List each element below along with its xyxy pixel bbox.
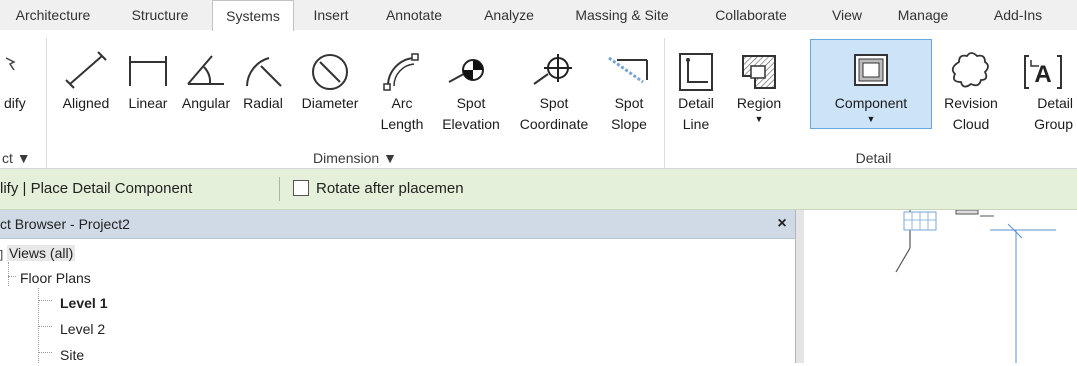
detail-line-label: Detail Line [678,95,714,132]
tab-view[interactable]: View [822,0,872,29]
diameter-label: Diameter [301,95,359,111]
arc-length-icon [383,53,419,91]
region-icon [742,55,776,89]
detail-group-icon: A [1023,55,1062,89]
arc-length-label: Arc Length [380,95,424,132]
aligned-dimension-icon [65,51,107,89]
modify-button[interactable]: dify [0,30,40,148]
modify-label: dify [4,95,26,111]
close-icon[interactable]: × [773,213,791,235]
tree-connector [8,276,16,277]
tree-connector [38,300,52,301]
tree-connector [8,262,9,286]
drawing-canvas[interactable] [804,209,1077,363]
spot-slope-label: Spot Slope [611,95,647,132]
tab-systems[interactable]: Systems [212,0,294,31]
tab-massing-site[interactable]: Massing & Site [560,0,684,29]
component-icon [854,54,888,86]
spot-elevation-button[interactable]: Spot Elevation [434,30,508,148]
tab-add-ins[interactable]: Add-Ins [978,0,1058,29]
revision-cloud-button[interactable]: Revision Cloud [936,30,1006,148]
options-bar: lify | Place Detail Component Rotate aft… [0,169,1077,210]
tab-analyze[interactable]: Analyze [470,0,548,29]
detail-line-button[interactable]: Detail Line [670,30,722,148]
panel-separator [664,38,665,168]
revision-cloud-icon [951,52,989,88]
linear-label: Linear [128,95,168,111]
rotate-after-placement-label[interactable]: Rotate after placemen [316,169,464,209]
detail-group-button[interactable]: A Detail Group [1008,30,1077,148]
project-browser-header: ct Browser - Project2 × [0,210,795,239]
tab-annotate[interactable]: Annotate [368,0,460,29]
spot-elevation-label: Spot Elevation [442,95,500,132]
tab-insert[interactable]: Insert [300,0,362,29]
angular-dimension-button[interactable]: Angular [176,30,236,148]
radial-label: Radial [243,95,283,111]
dropdown-arrow-icon: ▼ [866,114,876,124]
dimension-panel-label[interactable]: Dimension ▼ [52,148,658,168]
spot-coordinate-button[interactable]: Spot Coordinate [508,30,600,148]
spot-slope-button[interactable]: Spot Slope [600,30,658,148]
detail-line-icon [679,53,713,91]
views-node-icon: ] [0,249,4,261]
angular-dimension-icon [187,55,224,85]
component-label: Component ▼ [811,93,931,124]
detail-group-label: Detail Group [1034,95,1073,132]
panel-splitter[interactable] [796,210,804,363]
tree-item-site[interactable]: Site [60,345,84,365]
tab-architecture[interactable]: Architecture [0,0,108,29]
tab-manage[interactable]: Manage [888,0,958,29]
tree-connector [38,352,52,353]
project-browser-title: ct Browser - Project2 [0,216,130,232]
tab-structure[interactable]: Structure [112,0,208,29]
diameter-dimension-icon [312,54,348,90]
angular-label: Angular [181,95,231,111]
spot-elevation-icon [448,59,484,83]
detail-panel-label: Detail [855,150,892,166]
panel-separator [46,38,47,168]
region-label: Region ▼ [726,93,792,124]
dropdown-arrow-icon: ▼ [754,114,764,124]
diameter-dimension-button[interactable]: Diameter [290,30,370,148]
tree-connector [38,326,52,327]
tree-item-views-all[interactable]: ] Views (all) [0,243,76,265]
spot-coordinate-icon [533,54,572,85]
options-separator [279,177,280,201]
ribbon-tab-bar: Architecture Structure Systems Insert An… [0,0,1077,31]
rotate-after-placement-checkbox[interactable] [293,180,309,196]
revision-cloud-label: Revision Cloud [944,95,998,132]
radial-dimension-button[interactable]: Radial [236,30,290,148]
floor-plan-drawing [895,209,1056,363]
aligned-label: Aligned [62,95,110,111]
context-label: lify | Place Detail Component [0,180,193,197]
component-button[interactable]: Component ▼ [810,39,932,129]
spot-coordinate-label: Spot Coordinate [519,95,589,132]
select-panel-label[interactable]: ct ▼ [0,148,46,168]
tree-item-floor-plans[interactable]: Floor Plans [20,268,91,288]
region-button[interactable]: Region ▼ [726,30,792,148]
radial-dimension-icon [246,57,282,87]
linear-dimension-icon [129,56,167,86]
arc-length-button[interactable]: Arc Length [370,30,434,148]
views-all-label: Views (all) [6,245,76,261]
spot-slope-icon [608,56,648,84]
ribbon: dify ct ▼ Aligned Linear Angular Radial … [0,30,1077,169]
tab-collaborate[interactable]: Collaborate [694,0,808,29]
tree-item-level-2[interactable]: Level 2 [60,319,105,339]
linear-dimension-button[interactable]: Linear [120,30,176,148]
project-browser: ct Browser - Project2 × ] Views (all) Fl… [0,210,796,363]
svg-text:A: A [1034,61,1051,88]
modify-cursor-icon [5,57,16,71]
aligned-dimension-button[interactable]: Aligned [52,30,120,148]
tree-item-level-1[interactable]: Level 1 [60,293,107,313]
